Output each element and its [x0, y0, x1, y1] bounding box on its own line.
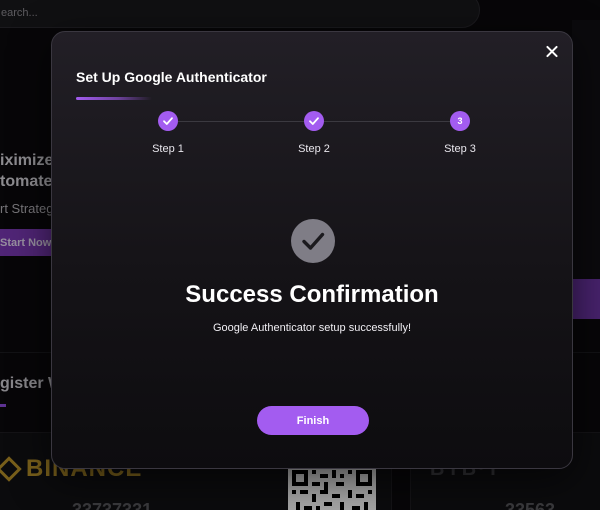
- step-3-label: Step 3: [444, 143, 476, 155]
- close-icon[interactable]: [542, 42, 562, 62]
- step-2-label: Step 2: [298, 143, 330, 155]
- step-3-indicator: 3: [450, 111, 470, 131]
- title-underline: [76, 97, 152, 100]
- success-message: Google Authenticator setup successfully!: [212, 322, 412, 334]
- step-1-label: Step 1: [152, 143, 184, 155]
- stepper-connector: [178, 121, 304, 122]
- check-circle-icon: [291, 219, 335, 263]
- step-1-indicator: [158, 111, 178, 131]
- step-3-number: 3: [457, 116, 463, 126]
- modal-title: Set Up Google Authenticator: [76, 69, 267, 85]
- check-icon: [302, 232, 325, 250]
- check-icon: [163, 117, 173, 125]
- success-title: Success Confirmation: [185, 281, 439, 308]
- stepper: Step 1 Step 2 3 Step 3: [52, 111, 572, 161]
- stepper-connector: [324, 121, 450, 122]
- step-2-indicator: [304, 111, 324, 131]
- google-authenticator-modal: Set Up Google Authenticator Step 1 Step …: [51, 31, 573, 469]
- finish-button[interactable]: Finish: [257, 406, 369, 435]
- check-icon: [309, 117, 319, 125]
